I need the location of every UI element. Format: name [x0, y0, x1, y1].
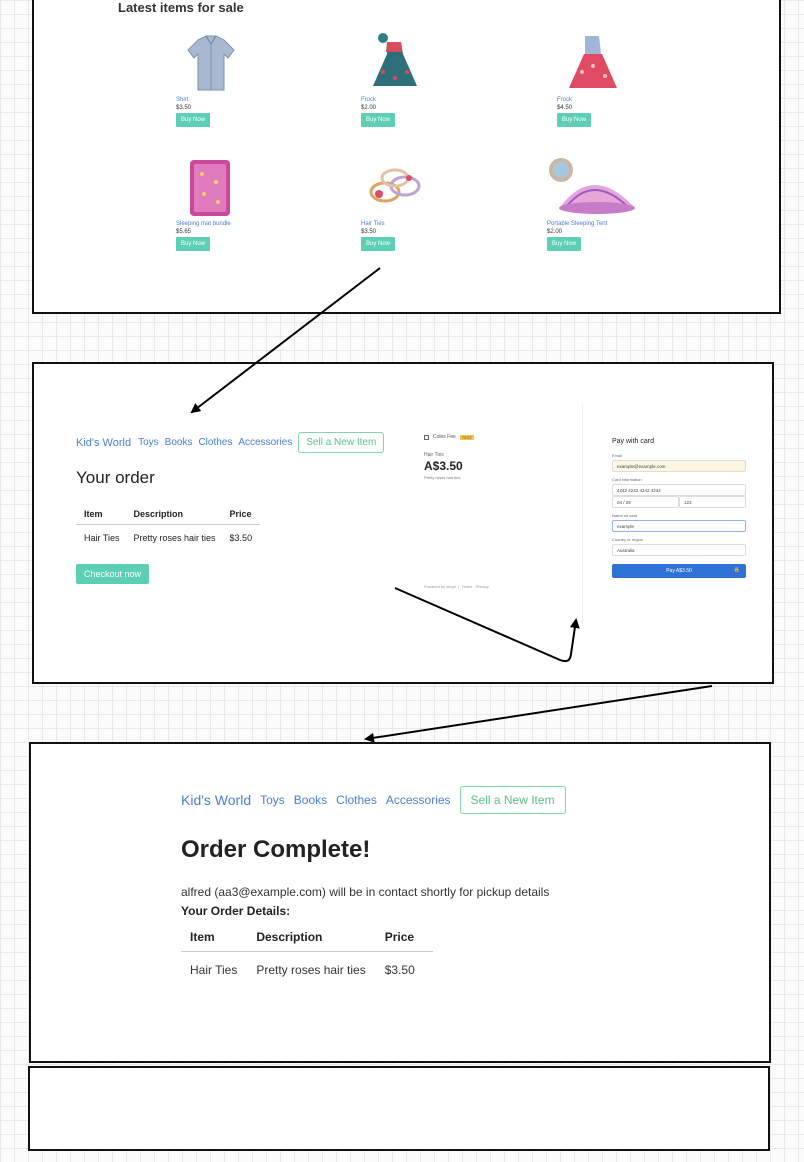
business-name: Coles Fee — [433, 434, 456, 440]
stripe-summary: Coles Fee TEST Hair Ties A$3.50 Pretty r… — [424, 434, 584, 480]
pay-button-label: Pay A$3.50 — [666, 568, 692, 574]
shirt-image[interactable] — [176, 32, 246, 94]
cell-price: $3.50 — [384, 963, 415, 977]
business-header: Coles Fee TEST — [424, 434, 584, 440]
product-card: Sleeping mat bundle $5.65 Buy Now — [176, 156, 246, 251]
product-price: $5.65 — [176, 229, 192, 235]
empty-panel — [28, 1066, 770, 1151]
divider — [582, 404, 583, 624]
sell-new-item-button[interactable]: Sell a New Item — [459, 786, 566, 814]
brand-link[interactable]: Kid's World — [181, 792, 251, 808]
stripe-footer: Powered by stripe | Terms Privacy — [424, 584, 489, 589]
product-price: $2.00 — [547, 229, 563, 235]
test-mode-badge: TEST — [459, 434, 475, 440]
buy-now-button[interactable]: Buy Now — [547, 237, 582, 251]
product-name-link[interactable]: Frock — [361, 96, 431, 104]
summary-amount: A$3.50 — [424, 459, 463, 473]
nav-link-clothes[interactable]: Clothes — [336, 793, 377, 807]
order-checkout-panel: Kid's World Toys Books Clothes Accessori… — [32, 362, 774, 684]
buy-now-button[interactable]: Buy Now — [176, 113, 211, 127]
arrow-to-complete — [364, 685, 713, 743]
page-title: Your order — [76, 468, 155, 487]
cell-item: Hair Ties — [190, 963, 238, 977]
product-price: $3.50 — [361, 229, 377, 235]
hair-ties-image[interactable] — [361, 156, 431, 218]
nav-link-books[interactable]: Books — [294, 793, 327, 807]
order-complete-panel: Kid's World Toys Books Clothes Accessori… — [29, 742, 771, 1063]
back-arrow-icon[interactable] — [424, 434, 429, 440]
cell-description: Pretty roses hair ties — [256, 963, 366, 977]
column-header-description: Description — [247, 924, 376, 952]
product-name-link[interactable]: Shirt — [176, 96, 246, 104]
powered-by-stripe[interactable]: Powered by stripe — [424, 584, 456, 589]
email-label: Email — [612, 453, 623, 458]
buy-now-button[interactable]: Buy Now — [557, 113, 592, 127]
nav-link-books[interactable]: Books — [165, 437, 193, 448]
product-card: Frock $4.50 Buy Now — [557, 32, 627, 127]
nav-link-toys[interactable]: Toys — [138, 437, 159, 448]
buy-now-button[interactable]: Buy Now — [176, 237, 211, 251]
terms-link[interactable]: Terms — [461, 584, 472, 589]
product-price: $4.50 — [557, 105, 573, 111]
product-name-link[interactable]: Frock — [557, 96, 627, 104]
email-field[interactable]: example@example.com — [612, 460, 746, 472]
navbar: Kid's World Toys Books Clothes Accessori… — [181, 786, 566, 814]
table-row: Hair Ties Pretty roses hair ties $3.50 — [181, 952, 433, 986]
product-card: Portable Sleeping Tent $2.00 Buy Now — [547, 156, 637, 251]
pay-button[interactable]: Pay A$3.50 🔒 — [612, 564, 746, 578]
order-details-table: Item Description Price Hair Ties Pretty … — [181, 924, 434, 986]
payment-heading: Pay with card — [612, 438, 655, 445]
product-card: Frock $2.00 Buy Now — [361, 32, 431, 127]
product-price: $3.50 — [176, 105, 192, 111]
frock-image[interactable] — [361, 32, 431, 94]
country-select[interactable]: Australia — [612, 544, 746, 556]
privacy-link[interactable]: Privacy — [476, 584, 489, 589]
column-header-item: Item — [76, 504, 126, 525]
nav-link-clothes[interactable]: Clothes — [198, 437, 232, 448]
product-name-link[interactable]: Sleeping mat bundle — [176, 220, 246, 228]
country-label: Country or region — [612, 537, 643, 542]
column-header-description: Description — [125, 504, 222, 525]
cell-item: Hair Ties — [84, 533, 120, 543]
product-name-link[interactable]: Hair Ties — [361, 220, 431, 228]
checkout-now-button[interactable]: Checkout now — [76, 564, 150, 584]
card-cvc-field[interactable]: 123 — [679, 496, 746, 508]
brand-link[interactable]: Kid's World — [76, 437, 131, 449]
product-card: Shirt $3.50 Buy Now — [176, 32, 246, 127]
column-header-price: Price — [221, 504, 260, 525]
contact-message: alfred (aa3@example.com) will be in cont… — [181, 885, 550, 899]
frock-image[interactable] — [557, 32, 627, 94]
navbar: Kid's World Toys Books Clothes Accessori… — [76, 432, 385, 453]
column-header-item: Item — [181, 924, 248, 952]
product-name-link[interactable]: Portable Sleeping Tent — [547, 220, 637, 228]
buy-now-button[interactable]: Buy Now — [361, 113, 396, 127]
page-title: Order Complete! — [181, 836, 371, 863]
payment-form: Pay with card Email example@example.com … — [612, 438, 746, 578]
card-expiry-field[interactable]: 04 / 29 — [612, 496, 679, 508]
order-table: Item Description Price Hair Ties Pretty … — [76, 504, 260, 549]
product-card: Hair Ties $3.50 Buy Now — [361, 156, 431, 251]
sleeping-mat-image[interactable] — [176, 156, 246, 218]
cell-description: Pretty roses hair ties — [133, 533, 216, 543]
column-header-price: Price — [375, 924, 434, 952]
product-listing-panel: Latest items for sale Shirt $3.50 Buy No… — [32, 0, 781, 314]
name-on-card-field[interactable]: example — [612, 520, 746, 532]
product-price: $2.00 — [361, 105, 377, 111]
table-row: Hair Ties Pretty roses hair ties $3.50 — [76, 525, 260, 550]
order-details-heading: Your Order Details: — [181, 904, 291, 918]
nav-link-toys[interactable]: Toys — [260, 793, 285, 807]
sell-new-item-button[interactable]: Sell a New Item — [298, 432, 385, 453]
lock-icon: 🔒 — [733, 567, 740, 573]
summary-item-name: Hair Ties — [424, 452, 444, 458]
page-title: Latest items for sale — [118, 0, 244, 15]
card-number-field[interactable]: 4242 4242 4242 4242 — [612, 484, 746, 496]
cell-price: $3.50 — [229, 533, 253, 543]
card-info-label: Card information — [612, 477, 642, 482]
buy-now-button[interactable]: Buy Now — [361, 237, 396, 251]
summary-description: Pretty roses hair ties — [424, 475, 461, 480]
name-on-card-label: Name on card — [612, 513, 638, 518]
sleeping-tent-image[interactable] — [547, 156, 637, 218]
nav-link-accessories[interactable]: Accessories — [386, 793, 451, 807]
nav-link-accessories[interactable]: Accessories — [238, 437, 292, 448]
